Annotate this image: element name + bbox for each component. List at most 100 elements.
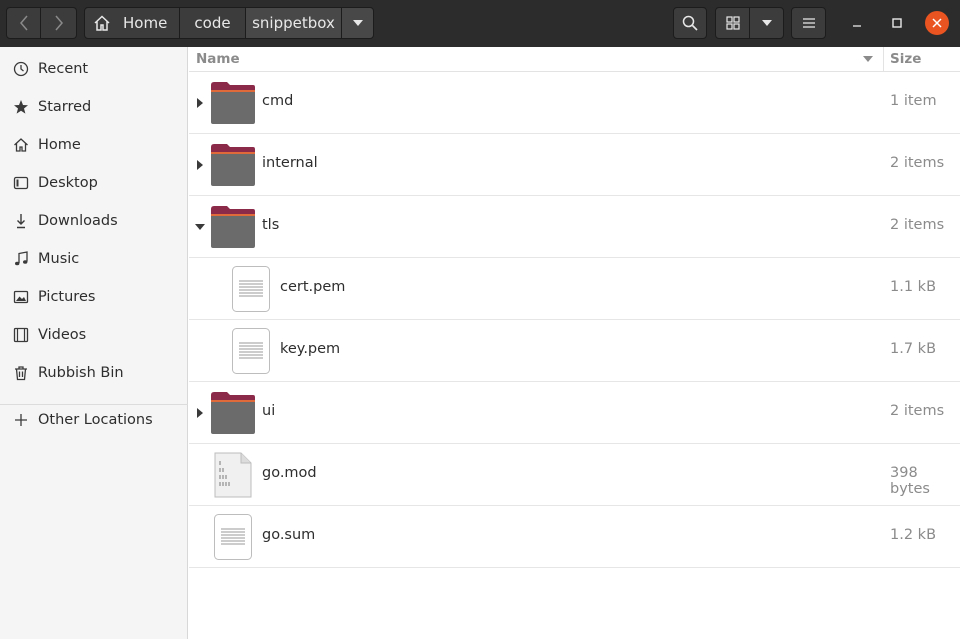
sidebar-item-label: Music <box>38 251 80 267</box>
hamburger-icon <box>802 18 815 28</box>
home-icon <box>12 136 30 154</box>
sidebar-item-starred[interactable]: Starred <box>0 88 188 126</box>
file-row[interactable]: cert.pem 1.1 kB <box>189 258 960 320</box>
sidebar-item-label: Recent <box>38 61 89 77</box>
column-header: Name Size <box>189 47 960 72</box>
maximize-button[interactable] <box>885 11 909 35</box>
expander-expanded-icon[interactable] <box>194 221 206 233</box>
caret-down-icon <box>761 20 772 26</box>
back-button[interactable] <box>6 7 41 39</box>
expander-collapsed-icon[interactable] <box>194 159 206 171</box>
file-size: 2 items <box>890 403 945 419</box>
file-size: 1.1 kB <box>890 279 937 295</box>
file-name: ui <box>262 403 276 419</box>
text-file-icon <box>214 514 252 560</box>
breadcrumb-snippetbox[interactable]: snippetbox <box>245 7 342 39</box>
sidebar-item-label: Other Locations <box>38 412 153 428</box>
file-list-view: Name Size cmd 1 item internal 2 items tl… <box>189 47 960 639</box>
file-name: key.pem <box>280 341 341 357</box>
trash-icon <box>12 364 30 382</box>
maximize-icon <box>892 18 902 28</box>
binary-file-icon <box>214 452 252 498</box>
search-button[interactable] <box>673 7 707 39</box>
sidebar-item-videos[interactable]: Videos <box>0 316 188 354</box>
expander-collapsed-icon[interactable] <box>194 407 206 419</box>
videos-icon <box>12 326 30 344</box>
close-icon <box>932 18 942 28</box>
folder-icon <box>211 206 255 248</box>
file-size: 2 items <box>890 155 945 171</box>
file-size: 1.2 kB <box>890 527 937 543</box>
sidebar-item-home[interactable]: Home <box>0 126 188 164</box>
breadcrumb-code[interactable]: code <box>179 7 246 39</box>
breadcrumb-home[interactable]: Home <box>84 7 180 39</box>
music-icon <box>12 250 30 268</box>
file-row[interactable]: tls 2 items <box>189 196 960 258</box>
file-row[interactable]: cmd 1 item <box>189 72 960 134</box>
plus-icon <box>12 411 30 429</box>
file-name: go.sum <box>262 527 316 543</box>
name-column-header[interactable]: Name <box>196 51 240 67</box>
breadcrumb-snippetbox-label: snippetbox <box>252 14 335 32</box>
close-button[interactable] <box>925 11 949 35</box>
sidebar-item-downloads[interactable]: Downloads <box>0 202 188 240</box>
sidebar-item-label: Starred <box>38 99 92 115</box>
sort-down-icon[interactable] <box>862 53 874 65</box>
file-size: 2 items <box>890 217 945 233</box>
desktop-icon <box>12 174 30 192</box>
folder-icon <box>211 144 255 186</box>
view-options-button[interactable] <box>749 7 784 39</box>
minimize-icon <box>853 25 861 27</box>
file-row[interactable]: ui 2 items <box>189 382 960 444</box>
grid-view-button[interactable] <box>715 7 750 39</box>
sidebar-item-rubbish-bin[interactable]: Rubbish Bin <box>0 354 188 392</box>
home-icon <box>94 15 110 31</box>
file-name: tls <box>262 217 280 233</box>
grid-icon <box>725 16 740 30</box>
sidebar-item-recent[interactable]: Recent <box>0 50 188 88</box>
path-menu-button[interactable] <box>341 7 374 39</box>
main-menu-button[interactable] <box>791 7 826 39</box>
forward-button[interactable] <box>41 7 77 39</box>
star-icon <box>12 98 30 116</box>
caret-down-icon <box>352 20 363 26</box>
sidebar-item-music[interactable]: Music <box>0 240 188 278</box>
minimize-button[interactable] <box>845 11 869 35</box>
clock-icon <box>12 60 30 78</box>
download-icon <box>12 212 30 230</box>
file-name: cert.pem <box>280 279 346 295</box>
file-size: 1 item <box>890 93 937 109</box>
sidebar-item-label: Downloads <box>38 213 118 229</box>
header-bar: Home code snippetbox <box>0 0 960 47</box>
file-size: 1.7 kB <box>890 341 937 357</box>
file-name: internal <box>262 155 318 171</box>
breadcrumb-home-label: Home <box>123 14 168 32</box>
file-row[interactable]: go.sum 1.2 kB <box>189 506 960 568</box>
sidebar: Recent Starred Home Desktop Downloads Mu… <box>0 47 188 639</box>
size-column-header[interactable]: Size <box>883 47 960 72</box>
folder-icon <box>211 82 255 124</box>
file-row[interactable]: go.mod 398 bytes <box>189 444 960 506</box>
file-row[interactable]: key.pem 1.7 kB <box>189 320 960 382</box>
folder-icon <box>211 392 255 434</box>
sidebar-item-desktop[interactable]: Desktop <box>0 164 188 202</box>
breadcrumb-code-label: code <box>194 14 231 32</box>
sidebar-item-other-locations[interactable]: Other Locations <box>0 401 188 439</box>
text-file-icon <box>232 266 270 312</box>
sidebar-item-label: Rubbish Bin <box>38 365 124 381</box>
file-row[interactable]: internal 2 items <box>189 134 960 196</box>
pictures-icon <box>12 288 30 306</box>
sidebar-item-label: Videos <box>38 327 87 343</box>
sidebar-item-label: Home <box>38 137 81 153</box>
text-file-icon <box>232 328 270 374</box>
search-icon <box>682 15 698 31</box>
chevron-right-icon <box>54 15 63 31</box>
sidebar-item-pictures[interactable]: Pictures <box>0 278 188 316</box>
file-size: 398 bytes <box>890 465 930 497</box>
chevron-left-icon <box>19 15 28 31</box>
expander-collapsed-icon[interactable] <box>194 97 206 109</box>
sidebar-item-label: Pictures <box>38 289 96 305</box>
sidebar-item-label: Desktop <box>38 175 98 191</box>
file-name: cmd <box>262 93 294 109</box>
file-name: go.mod <box>262 465 317 481</box>
